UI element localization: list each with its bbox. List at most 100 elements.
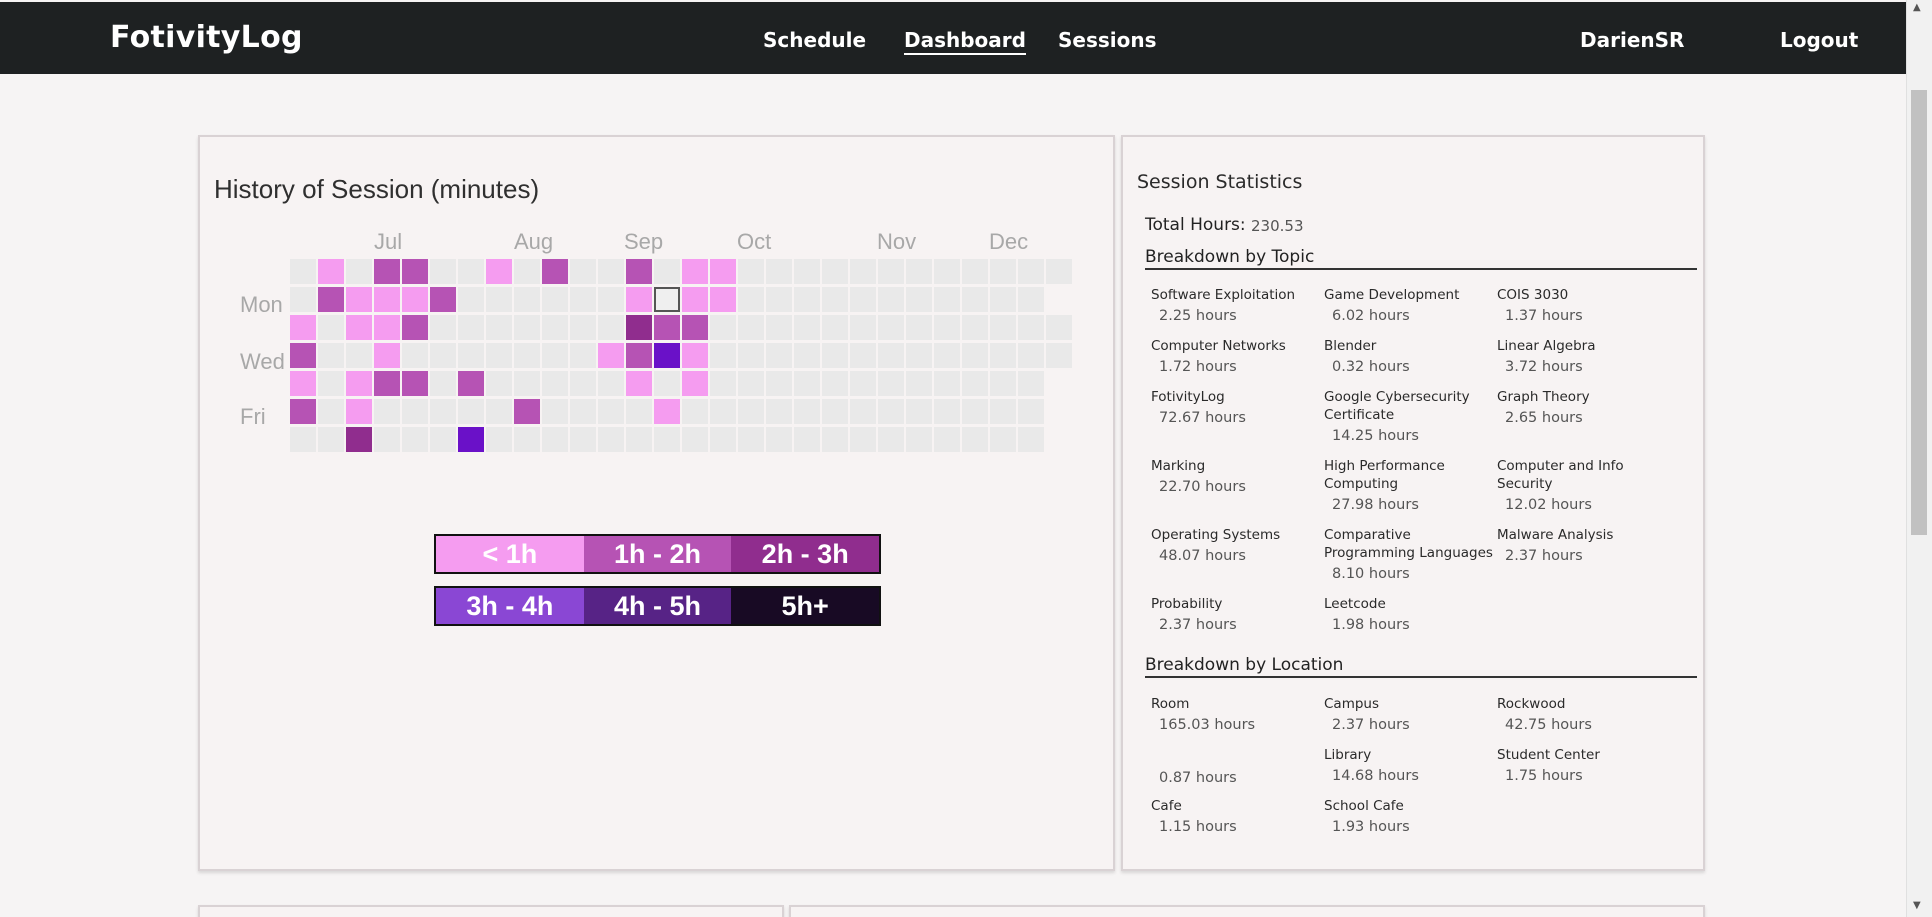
brand-logo[interactable]: FotivityLog	[110, 20, 303, 55]
heatmap-cell[interactable]	[822, 399, 848, 424]
heatmap-cell[interactable]	[1046, 343, 1072, 368]
heatmap-cell[interactable]	[906, 427, 932, 452]
heatmap-cell[interactable]	[766, 343, 792, 368]
heatmap-cell[interactable]	[626, 287, 652, 312]
heatmap-cell[interactable]	[990, 427, 1016, 452]
heatmap-cell[interactable]	[822, 315, 848, 340]
heatmap-cell[interactable]	[1018, 427, 1044, 452]
heatmap-cell[interactable]	[1018, 315, 1044, 340]
heatmap-cell[interactable]	[402, 343, 428, 368]
heatmap-cell[interactable]	[430, 315, 456, 340]
heatmap-cell[interactable]	[318, 343, 344, 368]
heatmap-cell[interactable]	[290, 343, 316, 368]
heatmap-cell[interactable]	[402, 287, 428, 312]
heatmap-cell[interactable]	[570, 399, 596, 424]
heatmap-cell[interactable]	[290, 371, 316, 396]
heatmap-cell[interactable]	[486, 399, 512, 424]
heatmap-cell[interactable]	[542, 343, 568, 368]
heatmap-cell[interactable]	[906, 371, 932, 396]
heatmap-cell[interactable]	[290, 259, 316, 284]
heatmap-cell[interactable]	[458, 399, 484, 424]
heatmap-cell[interactable]	[962, 315, 988, 340]
heatmap-cell[interactable]	[990, 315, 1016, 340]
heatmap-cell[interactable]	[290, 315, 316, 340]
heatmap-cell[interactable]	[598, 259, 624, 284]
heatmap-cell[interactable]	[1018, 343, 1044, 368]
heatmap-cell[interactable]	[458, 343, 484, 368]
heatmap-cell[interactable]	[710, 371, 736, 396]
heatmap-cell[interactable]	[430, 427, 456, 452]
heatmap-cell[interactable]	[570, 259, 596, 284]
heatmap-cell[interactable]	[514, 259, 540, 284]
heatmap-cell[interactable]	[486, 315, 512, 340]
logout-link[interactable]: Logout	[1780, 28, 1858, 52]
heatmap-cell[interactable]	[962, 427, 988, 452]
heatmap-cell[interactable]	[430, 399, 456, 424]
heatmap-cell[interactable]	[570, 427, 596, 452]
heatmap-cell[interactable]	[542, 315, 568, 340]
heatmap-cell[interactable]	[850, 427, 876, 452]
heatmap-cell[interactable]	[906, 343, 932, 368]
heatmap-cell[interactable]	[850, 399, 876, 424]
heatmap-cell[interactable]	[990, 371, 1016, 396]
heatmap-cell[interactable]	[654, 343, 680, 368]
heatmap-cell[interactable]	[318, 287, 344, 312]
heatmap-cell[interactable]	[626, 427, 652, 452]
heatmap-cell[interactable]	[766, 399, 792, 424]
heatmap-cell[interactable]	[878, 371, 904, 396]
heatmap-cell[interactable]	[1018, 259, 1044, 284]
heatmap-cell[interactable]	[738, 427, 764, 452]
heatmap-cell[interactable]	[458, 371, 484, 396]
heatmap-cell[interactable]	[682, 259, 708, 284]
heatmap-cell[interactable]	[570, 287, 596, 312]
heatmap-cell[interactable]	[318, 399, 344, 424]
heatmap-cell[interactable]	[542, 427, 568, 452]
heatmap-cell[interactable]	[990, 287, 1016, 312]
heatmap-cell[interactable]	[374, 399, 400, 424]
heatmap-cell[interactable]	[346, 287, 372, 312]
heatmap-cell[interactable]	[570, 315, 596, 340]
heatmap-cell[interactable]	[346, 315, 372, 340]
heatmap-cell[interactable]	[1018, 287, 1044, 312]
heatmap-cell[interactable]	[626, 259, 652, 284]
heatmap-cell[interactable]	[878, 287, 904, 312]
heatmap-cell[interactable]	[598, 315, 624, 340]
heatmap-cell[interactable]	[710, 399, 736, 424]
heatmap-cell[interactable]	[822, 287, 848, 312]
heatmap-cell[interactable]	[654, 259, 680, 284]
heatmap-cell[interactable]	[374, 427, 400, 452]
heatmap-cell[interactable]	[290, 399, 316, 424]
heatmap-cell[interactable]	[402, 427, 428, 452]
heatmap-cell[interactable]	[626, 399, 652, 424]
heatmap-cell[interactable]	[1046, 259, 1072, 284]
heatmap-cell[interactable]	[682, 399, 708, 424]
heatmap-cell[interactable]	[542, 371, 568, 396]
heatmap-cell[interactable]	[514, 287, 540, 312]
heatmap-cell[interactable]	[710, 427, 736, 452]
heatmap-cell[interactable]	[794, 399, 820, 424]
scroll-thumb[interactable]	[1911, 90, 1927, 535]
heatmap-cell[interactable]	[794, 427, 820, 452]
heatmap-cell[interactable]	[598, 371, 624, 396]
heatmap-cell[interactable]	[934, 343, 960, 368]
heatmap-cell[interactable]	[626, 343, 652, 368]
heatmap-cell[interactable]	[766, 427, 792, 452]
heatmap-cell[interactable]	[794, 287, 820, 312]
heatmap-cell[interactable]	[598, 343, 624, 368]
heatmap-cell[interactable]	[794, 371, 820, 396]
heatmap-cell[interactable]	[766, 287, 792, 312]
heatmap-cell[interactable]	[430, 287, 456, 312]
heatmap-cell[interactable]	[962, 343, 988, 368]
heatmap-cell[interactable]	[486, 427, 512, 452]
heatmap-cell[interactable]	[318, 427, 344, 452]
heatmap-cell[interactable]	[542, 287, 568, 312]
heatmap-cell[interactable]	[542, 259, 568, 284]
heatmap-cell[interactable]	[514, 399, 540, 424]
heatmap-cell[interactable]	[570, 371, 596, 396]
heatmap-cell[interactable]	[738, 315, 764, 340]
heatmap-cell[interactable]	[934, 399, 960, 424]
heatmap-cell[interactable]	[682, 315, 708, 340]
heatmap-cell[interactable]	[570, 343, 596, 368]
heatmap-cell[interactable]	[738, 287, 764, 312]
heatmap-cell[interactable]	[1018, 371, 1044, 396]
